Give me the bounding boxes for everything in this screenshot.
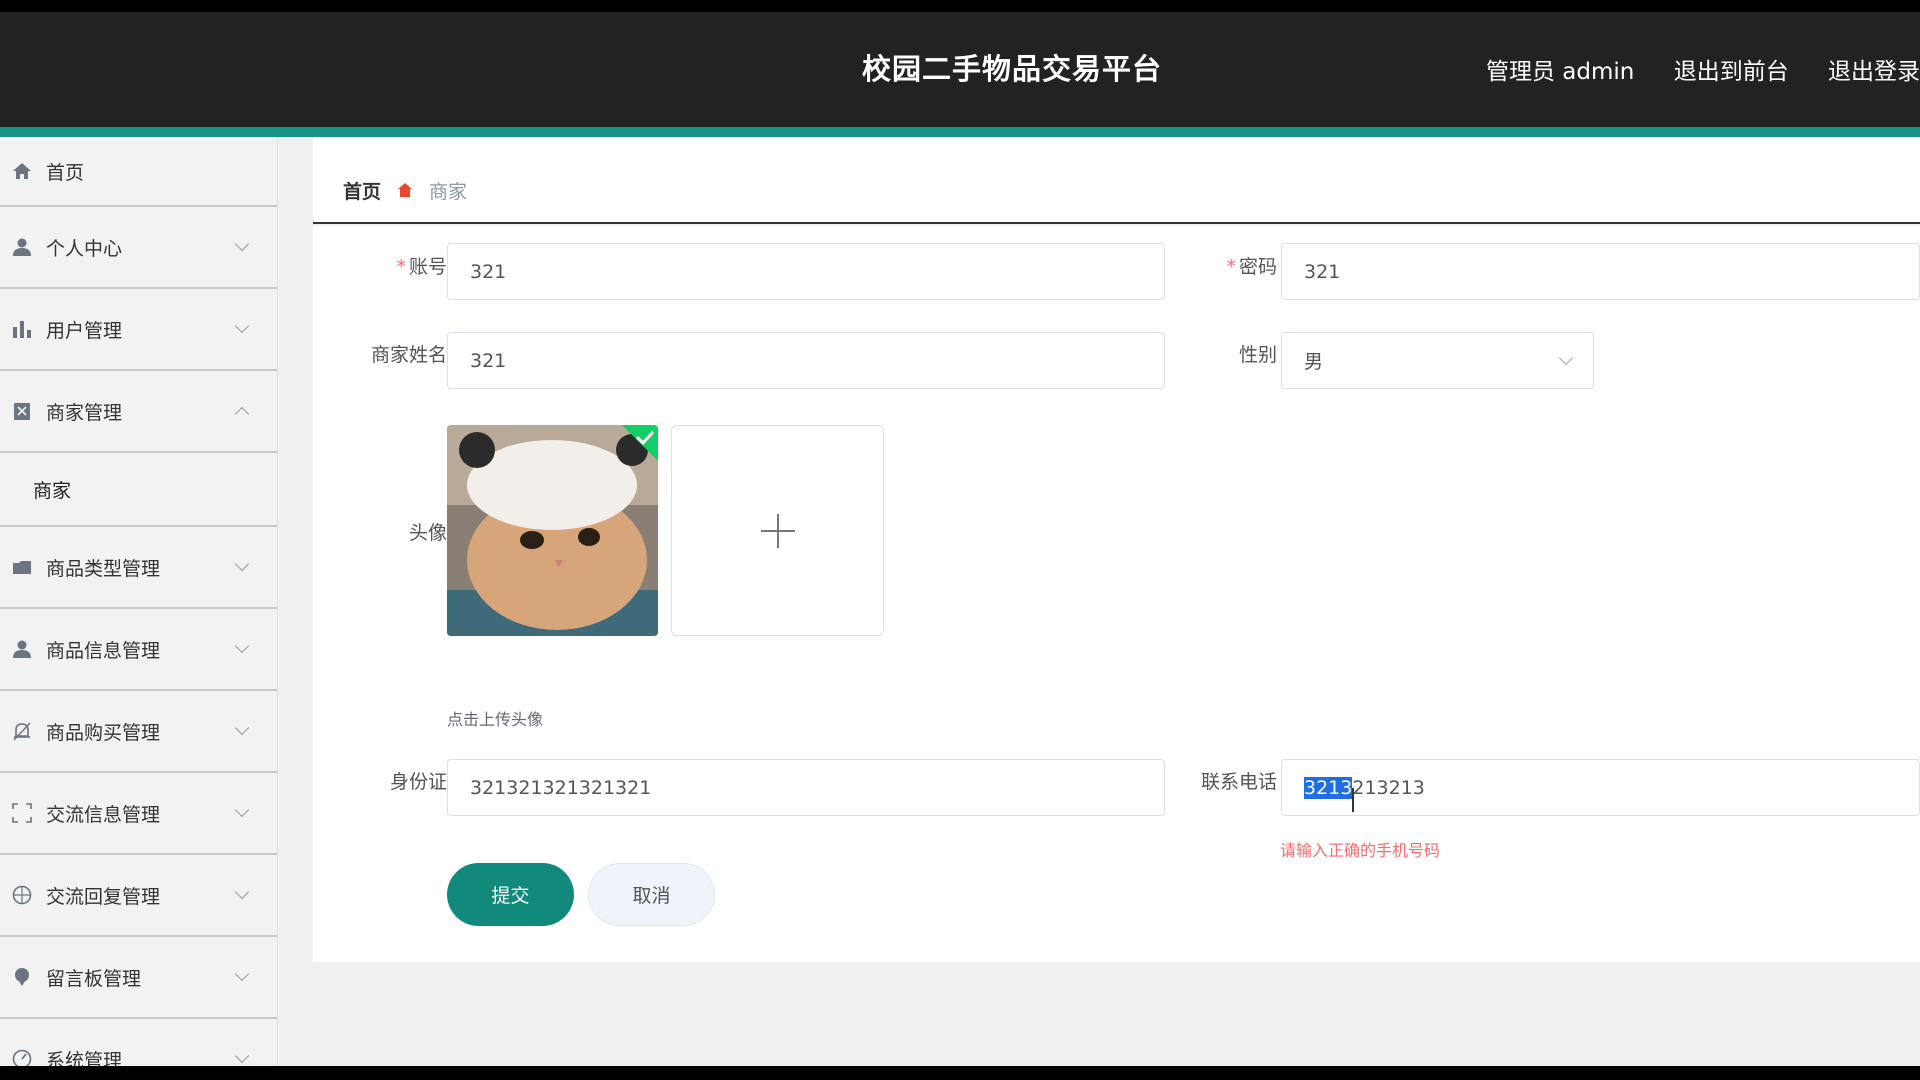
merchant-name-input[interactable]: 321 [447,332,1165,389]
breadcrumb-current: 商家 [429,181,468,203]
sidebar-item-label: 用户管理 [46,319,123,342]
sidebar-item-merchant-management[interactable]: 商家管理 [0,371,277,453]
gender-label: 性别 [1238,344,1277,366]
merchant-name-label: 商家姓名 [370,344,447,366]
sidebar-item-personal-center[interactable]: 个人中心 [0,207,277,289]
breadcrumb-home[interactable]: 首页 [343,177,381,204]
sidebar-item-system-management[interactable]: 系统管理 [0,1019,277,1066]
sidebar-item-label: 首页 [46,161,85,184]
compass-icon [10,883,34,907]
merchant-name-value: 321 [470,349,507,372]
header-links: 管理员 admin 退出到前台 退出登录 [1454,52,1920,86]
text-cursor-icon [1352,788,1354,812]
gauge-icon [10,1047,34,1066]
logout-link[interactable]: 退出登录 [1828,59,1920,85]
header-accent-bar [0,127,1920,137]
avatar-upload-button[interactable] [671,425,884,636]
required-mark: * [396,256,406,278]
sidebar-item-goods-type-management[interactable]: 商品类型管理 [0,527,277,609]
chevron-down-icon [234,236,250,252]
sidebar-item-label: 留言板管理 [46,967,142,990]
phone-error-message: 请输入正确的手机号码 [1280,841,1441,860]
chevron-down-icon [234,1048,250,1064]
phone-selected-text: 3213 [1304,776,1353,799]
phone-label: 联系电话 [1200,771,1277,793]
person-icon [10,637,34,661]
sidebar-item-exchange-reply-management[interactable]: 交流回复管理 [0,855,277,937]
clipboard-icon [10,399,34,423]
sidebar-item-exchange-info-management[interactable]: 交流信息管理 [0,773,277,855]
account-value: 321 [470,260,507,283]
sidebar-item-message-board-management[interactable]: 留言板管理 [0,937,277,1019]
sidebar-item-label: 系统管理 [46,1049,123,1067]
chevron-down-icon [234,720,250,736]
chevron-down-icon [234,318,250,334]
password-label: * 密码 [1183,252,1277,279]
home-separator-icon [397,181,413,197]
sidebar-item-goods-info-management[interactable]: 商品信息管理 [0,609,277,691]
sidebar-item-label: 商家管理 [46,401,123,424]
gender-value: 男 [1304,351,1324,373]
folder-icon [10,555,34,579]
sidebar-item-label: 交流回复管理 [46,885,161,908]
sidebar-item-goods-purchase-management[interactable]: 商品购买管理 [0,691,277,773]
breadcrumb: 首页 商家 [313,137,1920,224]
avatar-preview-image[interactable] [447,425,658,636]
cancel-button[interactable]: 取消 [588,863,715,926]
sidebar-item-label: 商品类型管理 [46,557,161,580]
user-icon [10,235,34,259]
submit-button[interactable]: 提交 [447,863,574,926]
gender-select[interactable]: 男 [1281,332,1594,389]
idcard-input[interactable]: 321321321321321 [447,759,1165,816]
sidebar-item-label: 交流信息管理 [46,803,161,826]
chevron-down-icon [234,884,250,900]
sidebar-subitem-merchant[interactable]: 商家 [0,453,277,527]
sidebar-item-user-management[interactable]: 用户管理 [0,289,277,371]
home-icon [10,159,34,183]
phone-input[interactable]: 3213 213213 [1281,759,1920,816]
top-header: 校园二手物品交易平台 管理员 admin 退出到前台 退出登录 [0,12,1920,127]
chevron-down-icon [234,802,250,818]
plus-icon-vertical [777,514,779,548]
required-mark: * [1226,256,1236,278]
sidebar-item-label: 个人中心 [46,237,123,260]
chevron-down-icon [234,638,250,654]
sidebar: 首页 个人中心 用户管理 商家管理 商家 商品类型管理 商品信息管理 商品购买管… [0,137,278,1066]
chevron-up-icon [234,406,250,422]
account-input[interactable]: 321 [447,243,1165,300]
frame-icon [10,801,34,825]
pin-icon [10,965,34,989]
phone-value-rest: 213213 [1352,776,1425,799]
idcard-value: 321321321321321 [470,776,652,799]
bell-icon [10,719,34,743]
chevron-down-icon [234,556,250,572]
app-screen: 校园二手物品交易平台 管理员 admin 退出到前台 退出登录 首页 个人中心 [0,12,1920,1066]
admin-user-link[interactable]: 管理员 admin [1486,59,1634,85]
account-label: * 账号 [353,252,447,279]
password-value: 321 [1304,260,1341,283]
sidebar-item-label: 商品购买管理 [46,721,161,744]
exit-to-front-link[interactable]: 退出到前台 [1674,59,1789,85]
password-input[interactable]: 321 [1281,243,1920,300]
chevron-down-icon [234,966,250,982]
account-label-text: 账号 [408,256,447,278]
password-label-text: 密码 [1238,256,1277,278]
avatar-label: 头像 [408,522,447,544]
merchant-form: * 账号 321 * 密码 321 商家姓名 321 性别 男 头像 点击上传头… [313,226,1920,962]
idcard-label: 身份证 [389,771,447,793]
bar-chart-icon [10,317,34,341]
sidebar-item-label: 商品信息管理 [46,639,161,662]
sidebar-item-home[interactable]: 首页 [0,137,277,207]
avatar-upload-hint: 点击上传头像 [447,710,544,729]
chevron-down-icon [1558,350,1574,366]
